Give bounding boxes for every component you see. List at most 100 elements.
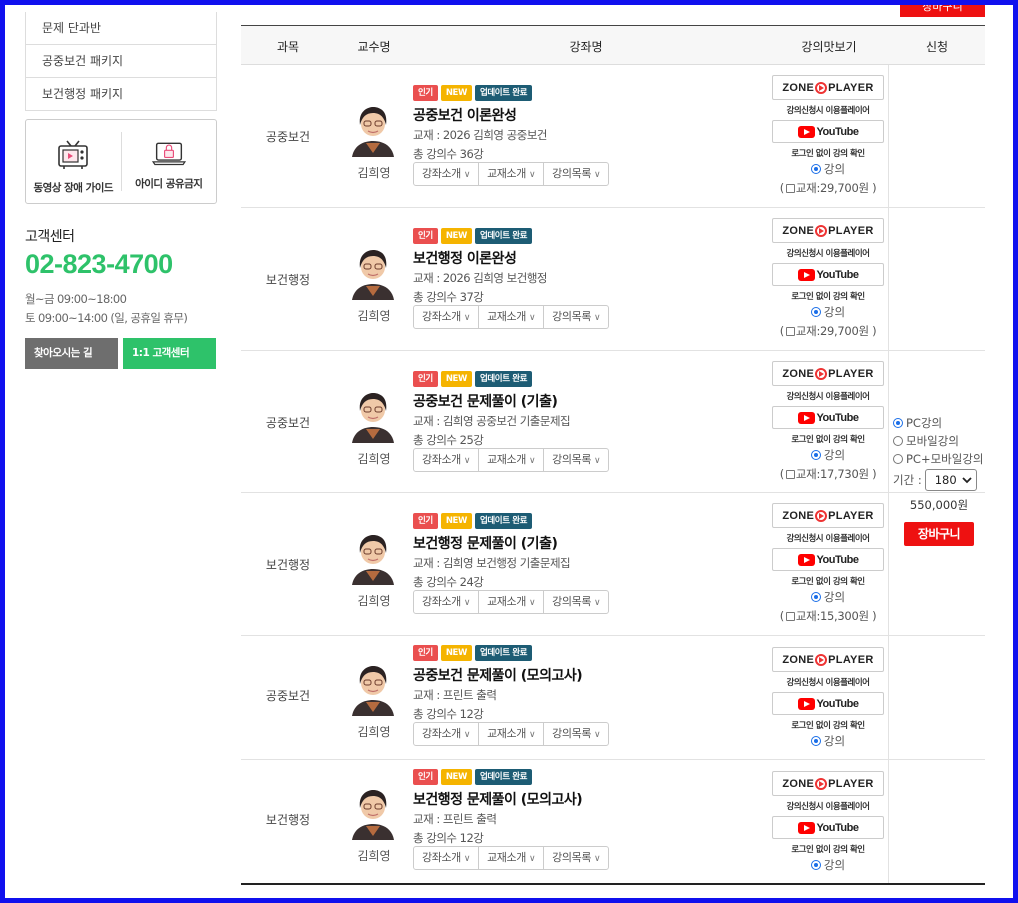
zone-player-button[interactable]: ZONE PLAYER bbox=[772, 771, 884, 796]
option-pc-mobile[interactable]: PC+모바일강의 bbox=[893, 450, 985, 468]
chevron-down-icon bbox=[962, 473, 972, 487]
period-value: 180 bbox=[934, 473, 957, 487]
zone-player-button[interactable]: ZONE PLAYER bbox=[772, 647, 884, 672]
lecture-radio[interactable] bbox=[810, 736, 821, 746]
row-subject: 공중보건 bbox=[265, 130, 311, 144]
sidebar-item-public-health-package[interactable]: 공중보건 패키지 bbox=[26, 44, 216, 77]
zone-player-note: 강의신청시 이용플레이어 bbox=[786, 249, 870, 259]
lecture-radio-option[interactable]: 강의 bbox=[772, 857, 884, 873]
tv-icon bbox=[58, 140, 89, 169]
dropdown-book-intro[interactable]: 교재소개 ∨ bbox=[478, 449, 543, 471]
preview-cell: ZONE PLAYER 강의신청시 이용플레이어 YouTube 로그인 없이 강… bbox=[772, 771, 884, 873]
book-checkbox[interactable] bbox=[785, 611, 795, 621]
id-sharing-guide[interactable]: 아이디 공유금지 bbox=[120, 132, 217, 191]
youtube-note: 로그인 없이 강의 확인 bbox=[791, 292, 865, 302]
lecture-radio[interactable] bbox=[810, 450, 821, 460]
lecture-radio-option[interactable]: 강의 bbox=[772, 447, 884, 463]
dropdown-lecture-list[interactable]: 강의목록 ∨ bbox=[543, 591, 608, 613]
youtube-icon bbox=[797, 125, 815, 138]
dropdown-lecture-list[interactable]: 강의목록 ∨ bbox=[543, 306, 608, 328]
dropdown-course-intro[interactable]: 강좌소개 ∨ bbox=[414, 723, 478, 745]
course-price: 550,000원 bbox=[909, 498, 969, 512]
add-to-cart-button[interactable]: 장바구니 bbox=[904, 522, 974, 546]
radio-pc[interactable] bbox=[893, 418, 903, 428]
course-title[interactable]: 보건행정 문제풀이 (기출) bbox=[413, 533, 558, 553]
course-title[interactable]: 공중보건 이론완성 bbox=[413, 105, 517, 125]
option-mobile[interactable]: 모바일강의 bbox=[893, 432, 985, 450]
dropdown-course-intro[interactable]: 강좌소개 ∨ bbox=[414, 847, 478, 869]
youtube-button[interactable]: YouTube bbox=[772, 548, 884, 571]
top-cart-button[interactable]: 장바구니 bbox=[900, 5, 985, 17]
dropdown-course-intro[interactable]: 강좌소개 ∨ bbox=[414, 163, 478, 185]
course-book: 교재 : 2026 김희영 공중보건 bbox=[413, 128, 547, 142]
support-center-button[interactable]: 1:1 고객센터 bbox=[123, 338, 216, 369]
course-dropdowns: 강좌소개 ∨ 교재소개 ∨ 강의목록 ∨ bbox=[413, 846, 610, 870]
row-subject: 공중보건 bbox=[265, 689, 311, 703]
table-body: 공중보건 김희영 인기 NEW 업데이트 완료 공중보건 이론완성 교재 : 2… bbox=[241, 65, 985, 885]
period-select[interactable]: 180 bbox=[924, 469, 977, 491]
youtube-button[interactable]: YouTube bbox=[772, 120, 884, 143]
dropdown-lecture-list[interactable]: 강의목록 ∨ bbox=[543, 449, 608, 471]
zone-player-button[interactable]: ZONE PLAYER bbox=[772, 218, 884, 243]
course-title[interactable]: 공중보건 문제풀이 (기출) bbox=[413, 391, 558, 411]
book-option[interactable]: (교재:15,300원 ) bbox=[772, 608, 884, 624]
course-title[interactable]: 공중보건 문제풀이 (모의고사) bbox=[413, 665, 583, 685]
dropdown-lecture-list[interactable]: 강의목록 ∨ bbox=[543, 723, 608, 745]
radio-mobile[interactable] bbox=[893, 436, 903, 446]
course-title[interactable]: 보건행정 이론완성 bbox=[413, 248, 517, 268]
youtube-button[interactable]: YouTube bbox=[772, 816, 884, 839]
book-checkbox[interactable] bbox=[785, 183, 795, 193]
video-trouble-guide[interactable]: 동영상 장애 가이드 bbox=[26, 120, 121, 203]
dropdown-lecture-list[interactable]: 강의목록 ∨ bbox=[543, 163, 608, 185]
play-circle-icon bbox=[815, 777, 828, 790]
zone-player-button[interactable]: ZONE PLAYER bbox=[772, 503, 884, 528]
badge-hot: 인기 bbox=[413, 85, 438, 101]
dropdown-book-intro[interactable]: 교재소개 ∨ bbox=[478, 163, 543, 185]
youtube-button[interactable]: YouTube bbox=[772, 406, 884, 429]
book-checkbox[interactable] bbox=[785, 326, 795, 336]
youtube-button[interactable]: YouTube bbox=[772, 692, 884, 715]
row-subject: 보건행정 bbox=[265, 558, 311, 572]
book-option[interactable]: (교재:17,730원 ) bbox=[772, 466, 884, 482]
book-checkbox[interactable] bbox=[785, 469, 795, 479]
lecture-radio[interactable] bbox=[810, 164, 821, 174]
youtube-icon bbox=[797, 821, 815, 834]
youtube-button[interactable]: YouTube bbox=[772, 263, 884, 286]
zone-player-note: 강의신청시 이용플레이어 bbox=[786, 106, 870, 116]
dropdown-course-intro[interactable]: 강좌소개 ∨ bbox=[414, 591, 478, 613]
youtube-icon bbox=[797, 268, 815, 281]
course-count: 총 강의수 12강 bbox=[413, 831, 484, 845]
sidebar-item-health-admin-package[interactable]: 보건행정 패키지 bbox=[26, 77, 216, 110]
sidebar-item-problem-single[interactable]: 문제 단과반 bbox=[26, 12, 216, 44]
course-count: 총 강의수 25강 bbox=[413, 433, 484, 447]
dropdown-book-intro[interactable]: 교재소개 ∨ bbox=[478, 723, 543, 745]
play-circle-icon bbox=[815, 367, 828, 380]
dropdown-book-intro[interactable]: 교재소개 ∨ bbox=[478, 306, 543, 328]
lecture-radio-option[interactable]: 강의 bbox=[772, 161, 884, 177]
directions-button[interactable]: 찾아오시는 길 bbox=[25, 338, 118, 369]
badge-new: NEW bbox=[440, 371, 472, 387]
play-circle-icon bbox=[815, 653, 828, 666]
lecture-radio[interactable] bbox=[810, 860, 821, 870]
dropdown-book-intro[interactable]: 교재소개 ∨ bbox=[478, 847, 543, 869]
lecture-radio-option[interactable]: 강의 bbox=[772, 304, 884, 320]
professor-photo bbox=[346, 389, 400, 443]
option-pc[interactable]: PC강의 bbox=[893, 414, 985, 432]
zone-player-button[interactable]: ZONE PLAYER bbox=[772, 361, 884, 386]
course-book: 교재 : 프린트 출력 bbox=[413, 812, 497, 826]
book-option[interactable]: (교재:29,700원 ) bbox=[772, 180, 884, 196]
dropdown-lecture-list[interactable]: 강의목록 ∨ bbox=[543, 847, 608, 869]
preview-cell: ZONE PLAYER 강의신청시 이용플레이어 YouTube 로그인 없이 강… bbox=[772, 361, 884, 482]
course-title[interactable]: 보건행정 문제풀이 (모의고사) bbox=[413, 789, 583, 809]
lecture-radio[interactable] bbox=[810, 307, 821, 317]
dropdown-course-intro[interactable]: 강좌소개 ∨ bbox=[414, 306, 478, 328]
book-option[interactable]: (교재:29,700원 ) bbox=[772, 323, 884, 339]
dropdown-book-intro[interactable]: 교재소개 ∨ bbox=[478, 591, 543, 613]
lecture-radio-option[interactable]: 강의 bbox=[772, 733, 884, 749]
table-row: 보건행정 김희영 인기 NEW 업데이트 완료 보건행정 문제풀이 (기출) 교… bbox=[241, 493, 985, 636]
radio-pc-mobile[interactable] bbox=[893, 454, 903, 464]
dropdown-course-intro[interactable]: 강좌소개 ∨ bbox=[414, 449, 478, 471]
zone-player-button[interactable]: ZONE PLAYER bbox=[772, 75, 884, 100]
lecture-radio-option[interactable]: 강의 bbox=[772, 589, 884, 605]
lecture-radio[interactable] bbox=[810, 592, 821, 602]
